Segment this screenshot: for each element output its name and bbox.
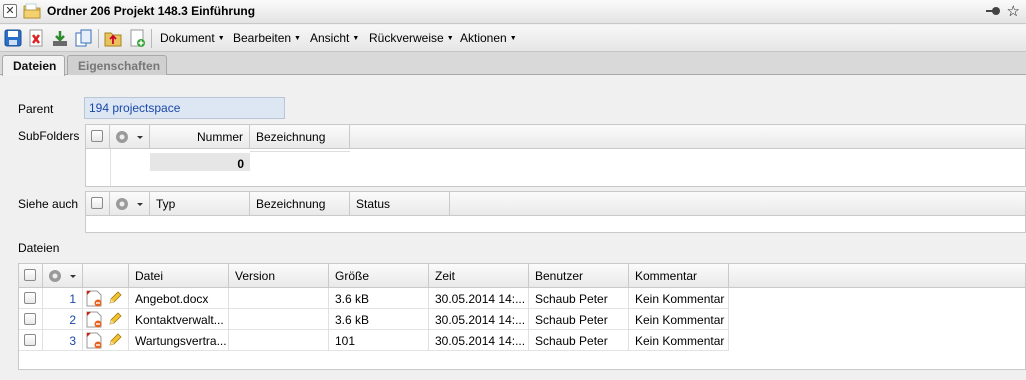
parent-link[interactable]: 194 projectspace: [84, 97, 285, 119]
delete-icon[interactable]: [27, 29, 45, 47]
star-icon[interactable]: ☆: [1007, 2, 1020, 20]
edit-icon[interactable]: [108, 291, 122, 305]
file-user: Schaub Peter: [529, 288, 629, 309]
row-checkbox[interactable]: [24, 313, 36, 325]
folder-icon: [23, 3, 41, 19]
file-version: [229, 309, 329, 330]
column-groesse[interactable]: Größe: [329, 264, 429, 288]
row-checkbox[interactable]: [24, 292, 36, 304]
column-bezeichnung[interactable]: Bezeichnung: [250, 192, 350, 216]
column-benutzer[interactable]: Benutzer: [529, 264, 629, 288]
select-all-checkbox[interactable]: [24, 269, 36, 281]
table-row[interactable]: 1 Angebot.docx 3.6 kB 30.05.2014 14:... …: [19, 288, 729, 309]
menu-aktionen[interactable]: Aktionen ▼: [460, 31, 517, 45]
file-name[interactable]: Angebot.docx: [129, 288, 229, 309]
dateien-label: Dateien: [18, 241, 60, 255]
toolbar: Dokument ▼ Bearbeiten ▼ Ansicht ▼ Rückverwe…: [0, 25, 1026, 52]
save-icon[interactable]: [4, 29, 22, 47]
file-version: [229, 288, 329, 309]
file-time: 30.05.2014 14:...: [429, 330, 529, 351]
document-icon[interactable]: [86, 290, 102, 307]
file-user: Schaub Peter: [529, 309, 629, 330]
column-kommentar[interactable]: Kommentar: [629, 264, 729, 288]
table-row[interactable]: 2 Kontaktverwalt... 3.6 kB 30.05.2014 14…: [19, 309, 729, 330]
file-size: 3.6 kB: [329, 309, 429, 330]
file-size: 101: [329, 330, 429, 351]
menu-rueckverweise[interactable]: Rückverweise ▼: [369, 31, 454, 45]
upload-icon[interactable]: [104, 29, 122, 47]
row-number[interactable]: 2: [43, 309, 83, 330]
file-user: Schaub Peter: [529, 330, 629, 351]
subfolders-grid: Nummer Bezeichnung 0: [85, 124, 1026, 187]
title-bar: ✕ Ordner 206 Projekt 148.3 Einführung ☆: [0, 0, 1026, 24]
menu-dokument[interactable]: Dokument ▼: [160, 31, 225, 45]
sum-nummer: 0: [150, 153, 250, 171]
edit-icon[interactable]: [108, 333, 122, 347]
gear-icon[interactable]: [47, 268, 77, 284]
siehe-auch-label: Siehe auch: [18, 197, 79, 211]
column-datei[interactable]: Datei: [129, 264, 229, 288]
close-icon[interactable]: ✕: [3, 4, 17, 18]
column-typ[interactable]: Typ: [150, 192, 250, 216]
file-size: 3.6 kB: [329, 288, 429, 309]
document-icon[interactable]: [86, 311, 102, 328]
new-document-icon[interactable]: [128, 29, 146, 47]
subfolders-label: SubFolders: [18, 129, 80, 143]
gear-icon[interactable]: [114, 129, 144, 145]
row-checkbox[interactable]: [24, 334, 36, 346]
document-icon[interactable]: [86, 332, 102, 349]
row-number[interactable]: 1: [43, 288, 83, 309]
menu-bearbeiten[interactable]: Bearbeiten ▼: [233, 31, 301, 45]
file-comment: Kein Kommentar: [629, 288, 729, 309]
copy-icon[interactable]: [75, 29, 93, 47]
row-number[interactable]: 3: [43, 330, 83, 351]
file-name[interactable]: Kontaktverwalt...: [129, 309, 229, 330]
download-icon[interactable]: [51, 29, 69, 47]
column-bezeichnung[interactable]: Bezeichnung: [250, 125, 350, 149]
file-comment: Kein Kommentar: [629, 330, 729, 351]
gear-icon[interactable]: [114, 196, 144, 212]
dateien-grid: Datei Version Größe Zeit Benutzer Kommen…: [18, 263, 1026, 370]
table-row[interactable]: 3 Wartungsvertra... 101 30.05.2014 14:..…: [19, 330, 729, 351]
edit-icon[interactable]: [108, 312, 122, 326]
window-title: Ordner 206 Projekt 148.3 Einführung: [47, 4, 256, 18]
column-zeit[interactable]: Zeit: [429, 264, 529, 288]
tab-bar: Dateien Eigenschaften: [0, 52, 1026, 76]
tab-dateien[interactable]: Dateien: [2, 55, 65, 76]
column-status[interactable]: Status: [350, 192, 450, 216]
parent-label: Parent: [18, 102, 54, 116]
column-version[interactable]: Version: [229, 264, 329, 288]
file-time: 30.05.2014 14:...: [429, 309, 529, 330]
file-time: 30.05.2014 14:...: [429, 288, 529, 309]
siehe-auch-grid: Typ Bezeichnung Status: [85, 191, 1026, 233]
tab-eigenschaften[interactable]: Eigenschaften: [67, 55, 167, 75]
select-all-checkbox[interactable]: [91, 197, 103, 209]
file-comment: Kein Kommentar: [629, 309, 729, 330]
select-all-checkbox[interactable]: [91, 130, 103, 142]
file-version: [229, 330, 329, 351]
menu-ansicht[interactable]: Ansicht ▼: [310, 31, 359, 45]
file-name[interactable]: Wartungsvertra...: [129, 330, 229, 351]
pin-icon[interactable]: [985, 3, 1001, 19]
column-nummer[interactable]: Nummer: [150, 125, 250, 149]
